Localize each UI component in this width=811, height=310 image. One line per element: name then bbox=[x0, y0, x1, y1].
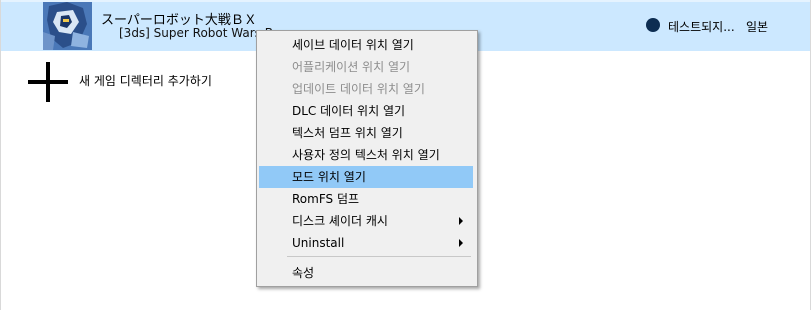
game-subtitle: [3ds] Super Robot Wars B bbox=[119, 26, 273, 40]
row-top-strip bbox=[1, 0, 810, 2]
submenu-arrow-icon bbox=[459, 217, 463, 225]
menu-romfs-dump[interactable]: RomFS 덤프 bbox=[259, 188, 473, 210]
compatibility-status-text: 테스트되지... bbox=[668, 20, 735, 34]
region-text: 일본 bbox=[746, 20, 769, 34]
game-icon bbox=[43, 2, 92, 50]
menu-separator bbox=[287, 256, 471, 257]
menu-properties[interactable]: 속성 bbox=[259, 262, 473, 284]
menu-uninstall[interactable]: Uninstall bbox=[259, 232, 473, 254]
add-directory-label: 새 게임 디렉터리 추가하기 bbox=[79, 74, 212, 88]
submenu-arrow-icon bbox=[459, 239, 463, 247]
menu-open-application-location[interactable]: 어플리케이션 위치 열기 bbox=[259, 56, 473, 78]
menu-open-save-data[interactable]: 세이브 데이터 위치 열기 bbox=[259, 34, 473, 56]
plus-icon bbox=[28, 62, 68, 102]
compatibility-status-icon bbox=[646, 18, 660, 32]
menu-open-mods-location[interactable]: 모드 위치 열기 bbox=[259, 166, 473, 188]
menu-disk-shader-cache-label: 디스크 셰이더 캐시 bbox=[292, 214, 388, 228]
menu-open-update-data[interactable]: 업데이트 데이터 위치 열기 bbox=[259, 78, 473, 100]
menu-uninstall-label: Uninstall bbox=[292, 236, 345, 250]
menu-open-dlc-data[interactable]: DLC 데이터 위치 열기 bbox=[259, 100, 473, 122]
menu-open-texture-dump[interactable]: 텍스처 덤프 위치 열기 bbox=[259, 122, 473, 144]
menu-disk-shader-cache[interactable]: 디스크 셰이더 캐시 bbox=[259, 210, 473, 232]
menu-open-custom-textures[interactable]: 사용자 정의 텍스처 위치 열기 bbox=[259, 144, 473, 166]
context-menu: 세이브 데이터 위치 열기 어플리케이션 위치 열기 업데이트 데이터 위치 열… bbox=[256, 30, 478, 287]
